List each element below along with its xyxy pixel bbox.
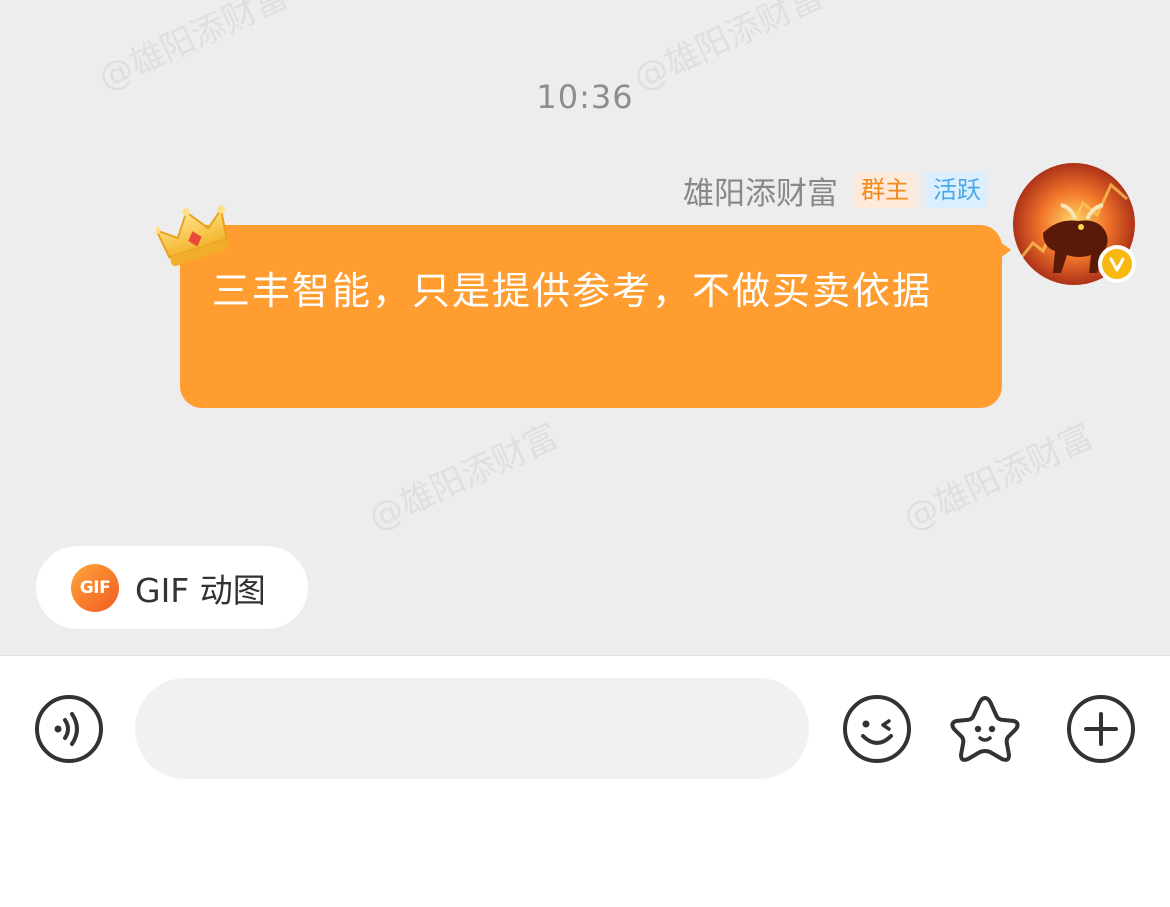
star-sticker-icon[interactable] [948,692,1020,762]
watermark: @雄阳添财富 [897,416,1100,539]
voice-icon[interactable] [34,694,104,764]
gif-label: GIF 动图 [135,570,266,610]
bubble-tail [995,238,1011,262]
message-text: 三丰智能，只是提供参考，不做买卖依据 [212,269,933,313]
message-timestamp: 10:36 [536,78,634,116]
plus-circle-icon[interactable] [1066,694,1136,764]
crown-icon [152,205,232,267]
watermark: @雄阳添财富 [362,416,565,539]
chat-area: @雄阳添财富 @雄阳添财富 @雄阳添财富 @雄阳添财富 10:36 雄阳添财富 … [0,0,1170,655]
sender-avatar[interactable] [1013,163,1136,285]
message-input[interactable] [135,678,809,779]
sender-row: 雄阳添财富 群主 活跃 [683,168,988,212]
emoji-icon[interactable] [842,694,912,764]
gif-shortcut-button[interactable]: GIF GIF 动图 [36,546,308,629]
owner-badge: 群主 [854,172,916,208]
gif-icon: GIF [71,563,119,612]
sender-name[interactable]: 雄阳添财富 [683,168,838,213]
active-badge: 活跃 [926,172,988,208]
message-bubble[interactable]: 三丰智能，只是提供参考，不做买卖依据 [180,225,1002,408]
verified-badge-icon [1098,245,1136,283]
